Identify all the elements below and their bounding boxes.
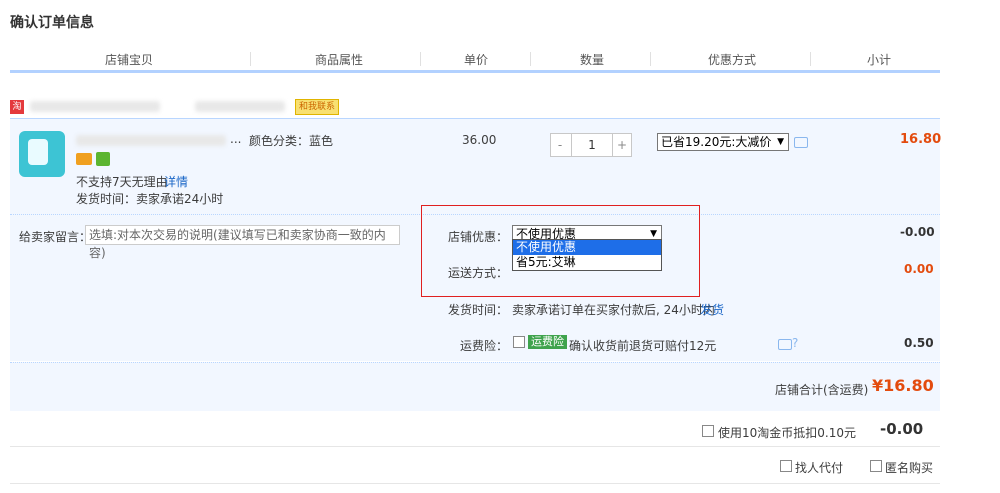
details-link[interactable]: 详情 — [164, 173, 188, 190]
order-item: ... 颜色分类：蓝色 不支持7天无理由 详情 发货时间：卖家承诺24小时 36… — [10, 118, 942, 215]
shipping-method-label: 运送方式： — [448, 266, 509, 280]
header-divider — [250, 52, 251, 66]
contact-seller-button[interactable]: 和我联系 — [295, 99, 340, 115]
insurance-tag: 运费险 — [528, 335, 567, 349]
divider — [10, 483, 940, 484]
discount-select[interactable]: 已省19.20元:大减价 ▼ — [657, 133, 789, 151]
insurance-checkbox[interactable] — [513, 336, 525, 348]
anonymous-purchase-checkbox[interactable] — [870, 460, 882, 472]
discount-select-value: 已省19.20元:大减价 — [661, 135, 772, 149]
seller-badge-icon — [96, 152, 110, 166]
shop-discount-amount: -0.00 — [900, 225, 935, 239]
column-header-unit-price: 单价 — [464, 53, 489, 67]
proxy-pay-checkbox[interactable] — [780, 460, 792, 472]
product-thumbnail-detail — [28, 139, 48, 165]
shop-total: 店铺合计(含运费) ¥16.80 — [10, 362, 940, 411]
page-title: 确认订单信息 — [10, 15, 94, 31]
shipping-amount: 0.00 — [904, 262, 934, 276]
card-icon — [76, 153, 92, 165]
ship-time-text: 卖家承诺订单在买家付款后, 24小时内 — [512, 303, 715, 317]
column-header-attributes: 商品属性 — [315, 53, 364, 67]
dropdown-option[interactable]: 不使用优惠 — [513, 240, 661, 255]
ship-time-link[interactable]: 发货 — [700, 301, 724, 318]
taobao-coin-amount: -0.00 — [880, 420, 924, 438]
quantity-stepper: - 1 + — [550, 133, 632, 157]
seller-note-input[interactable]: 选填:对本次交易的说明(建议填写已和卖家协商一致的内容) — [85, 225, 400, 260]
seller-note-label: 给卖家留言： — [19, 230, 92, 244]
message-icon[interactable] — [778, 339, 792, 350]
header-divider — [530, 52, 531, 66]
shop-total-amount: ¥16.80 — [872, 376, 934, 395]
shop-total-label: 店铺合计(含运费) — [775, 383, 869, 397]
table-header: 店铺宝贝 商品属性 单价 数量 优惠方式 小计 — [10, 44, 940, 73]
shop-discount-label: 店铺优惠： — [448, 230, 509, 244]
divider — [10, 446, 940, 447]
insurance-amount: 0.50 — [904, 336, 934, 350]
insurance-text: 确认收货前退货可赔付12元 — [569, 339, 717, 353]
shop-icon: 淘 — [10, 100, 24, 114]
message-icon[interactable] — [794, 137, 808, 148]
column-header-subtotal: 小计 — [867, 53, 892, 67]
dropdown-arrow-icon: ▼ — [777, 137, 784, 147]
quantity-input[interactable]: 1 — [571, 134, 613, 156]
no-return-notice: 不支持7天无理由 — [76, 175, 168, 189]
shipping-promise: 发货时间：卖家承诺24小时 — [76, 192, 224, 206]
column-header-discount: 优惠方式 — [708, 53, 757, 67]
taobao-coin-checkbox[interactable] — [702, 425, 714, 437]
order-options: 给卖家留言： 选填:对本次交易的说明(建议填写已和卖家协商一致的内容) 店铺优惠… — [10, 205, 940, 361]
blurred-item-title[interactable] — [76, 135, 226, 146]
shop-row: 淘 和我联系 — [10, 98, 370, 116]
ship-time-label: 发货时间： — [448, 303, 509, 317]
help-icon[interactable]: ? — [792, 336, 798, 350]
item-attribute: 颜色分类：蓝色 — [249, 134, 334, 148]
shop-discount-dropdown: 不使用优惠 省5元:艾琳 — [512, 239, 662, 271]
column-header-shop-item: 店铺宝贝 — [105, 53, 154, 67]
blurred-seller-name — [195, 101, 285, 112]
header-divider — [420, 52, 421, 66]
item-subtotal: 16.80 — [900, 132, 942, 147]
dropdown-option[interactable]: 省5元:艾琳 — [513, 255, 661, 270]
blurred-shop-name — [30, 101, 160, 112]
seller-note-placeholder: 选填:对本次交易的说明(建议填写已和卖家协商一致的内容) — [89, 228, 386, 260]
anonymous-purchase-label: 匿名购买 — [885, 461, 934, 475]
header-divider — [650, 52, 651, 66]
quantity-decrease-button[interactable]: - — [551, 134, 569, 156]
proxy-pay-label: 找人代付 — [795, 461, 844, 475]
header-divider — [810, 52, 811, 66]
item-title-ellipsis: ... — [230, 132, 242, 146]
unit-price: 36.00 — [462, 133, 497, 147]
insurance-label: 运费险： — [460, 339, 509, 353]
taobao-coin-label: 使用10淘金币抵扣0.10元 — [718, 426, 856, 440]
column-header-quantity: 数量 — [580, 53, 605, 67]
quantity-increase-button[interactable]: + — [613, 134, 631, 156]
